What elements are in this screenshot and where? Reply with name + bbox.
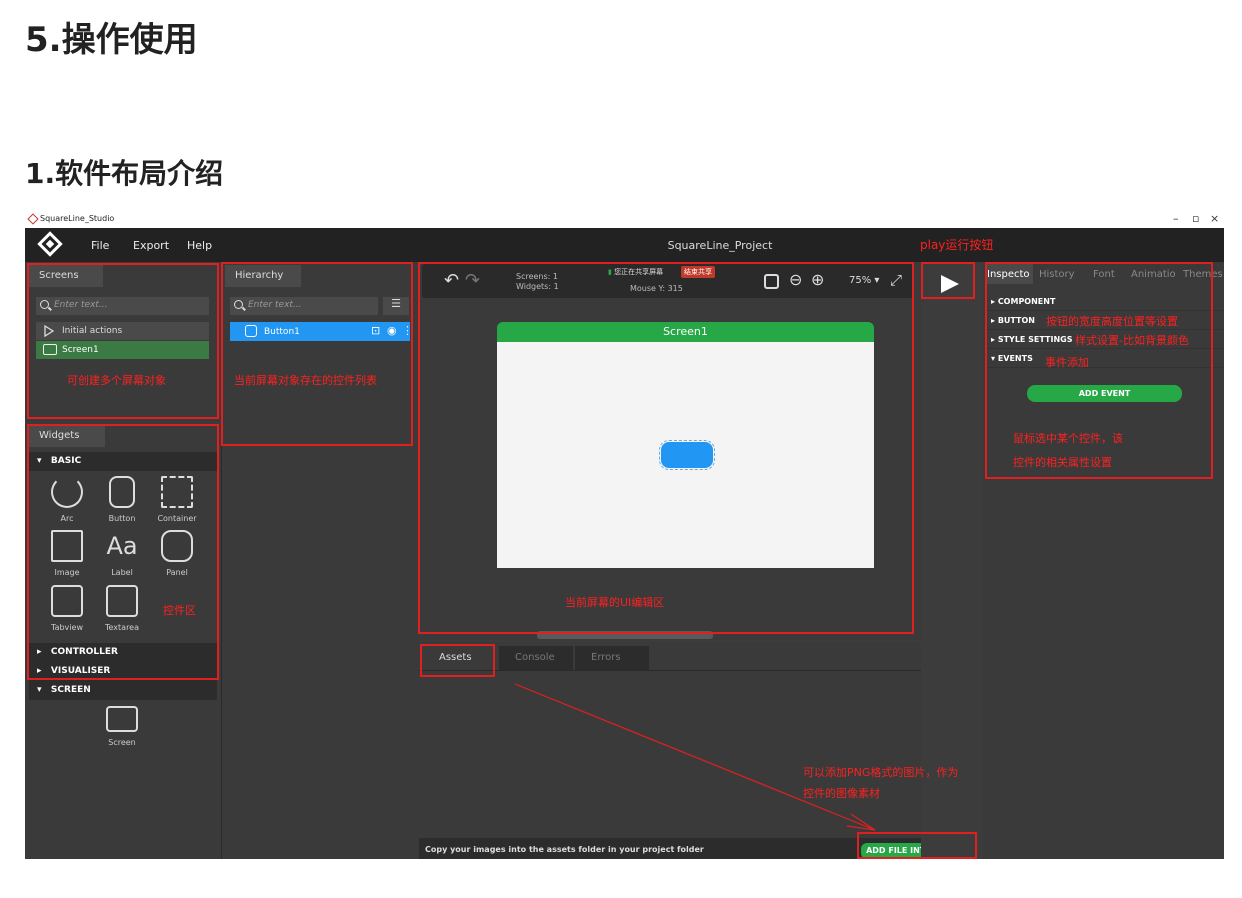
annotation-play: play运行按钮: [920, 238, 994, 252]
annotation-screens: 可创建多个屏幕对象: [67, 374, 166, 387]
app-window: SquareLine_Studio – ▫ × File Export Help…: [25, 212, 1224, 859]
annotation-assets-1: 可以添加PNG格式的图片，作为: [803, 766, 959, 779]
annotation-assets-2: 控件的图像素材: [803, 787, 880, 800]
annotation-inspector-2: 控件的相关属性设置: [1013, 456, 1112, 469]
annotation-arrow: [514, 683, 876, 831]
doc-heading-1: 5.操作使用: [25, 20, 198, 60]
annotation-canvas: 当前屏幕的UI编辑区: [565, 596, 665, 609]
annotation-inspector-1: 鼠标选中某个控件，该: [1013, 432, 1123, 445]
doc-heading-2: 1.软件布局介绍: [25, 157, 224, 190]
annotation-style-row: 样式设置-比如背景颜色: [1075, 334, 1189, 347]
annotation-hierarchy: 当前屏幕对象存在的控件列表: [234, 374, 377, 387]
annotation-button-row: 按钮的宽度高度位置等设置: [1046, 315, 1178, 328]
annotation-widgets: 控件区: [163, 604, 196, 617]
annotation-events-row: 事件添加: [1045, 356, 1089, 369]
